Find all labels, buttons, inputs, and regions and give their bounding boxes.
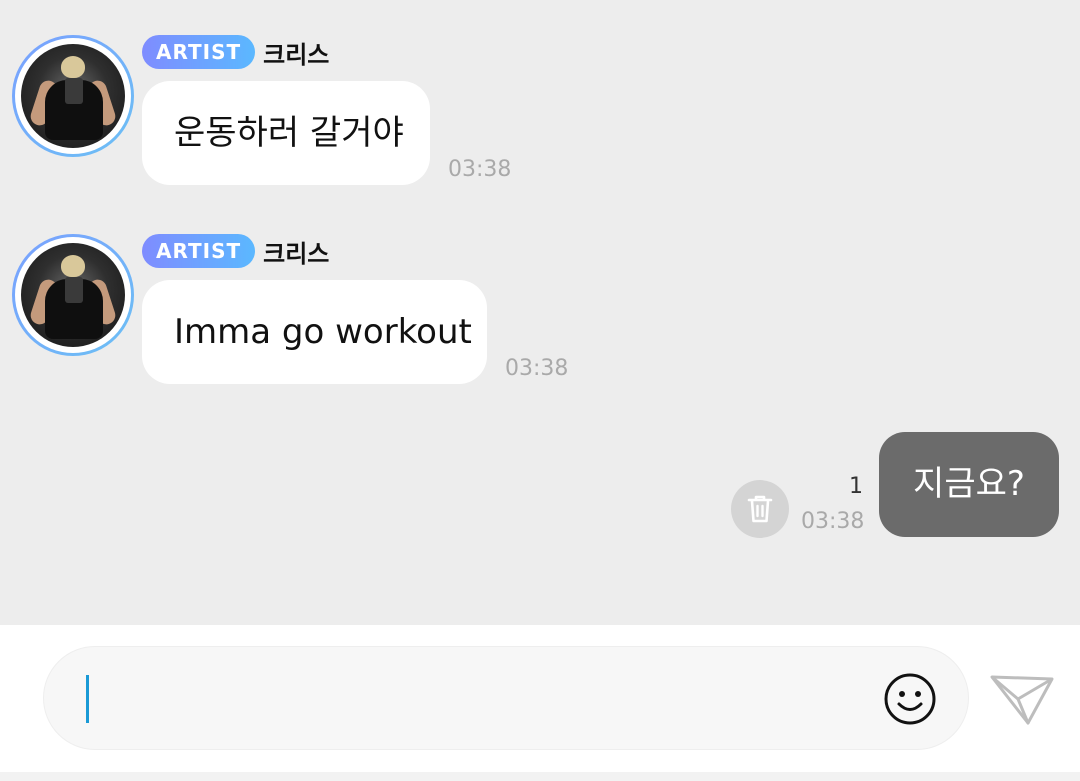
send-button[interactable] (988, 669, 1056, 725)
my-message-bubble[interactable]: 지금요? (879, 432, 1059, 537)
smiley-icon (884, 673, 936, 725)
sender-name: 크리스 (263, 239, 330, 268)
message-time: 03:38 (801, 509, 865, 534)
sender-row: ARTIST 크리스 (142, 234, 329, 268)
artist-avatar[interactable] (12, 234, 134, 356)
artist-badge: ARTIST (142, 35, 256, 69)
delete-message-button[interactable] (731, 480, 789, 538)
emoji-button[interactable] (882, 671, 938, 727)
avatar-photo (21, 44, 125, 148)
unread-count: 1 (849, 474, 863, 499)
artist-badge: ARTIST (142, 234, 256, 268)
sender-name: 크리스 (263, 40, 330, 69)
trash-icon (747, 495, 773, 523)
message-bubble[interactable]: Imma go workout (142, 280, 487, 384)
message-time: 03:38 (505, 356, 569, 381)
avatar-photo (21, 243, 125, 347)
message-bubble[interactable]: 운동하러 갈거야 (142, 81, 430, 185)
message-input-bar (0, 625, 1080, 772)
bottom-strip (0, 772, 1080, 781)
message-input[interactable] (43, 646, 969, 750)
sender-row: ARTIST 크리스 (142, 35, 329, 69)
message-time: 03:38 (448, 157, 512, 182)
paper-plane-icon (990, 675, 1054, 725)
artist-avatar[interactable] (12, 35, 134, 157)
incoming-message: ARTIST 크리스 Imma go workout 03:38 (0, 234, 1080, 424)
text-caret (86, 675, 89, 723)
incoming-message: ARTIST 크리스 운동하러 갈거야 03:38 (0, 35, 1080, 225)
chat-message-list[interactable]: ARTIST 크리스 운동하러 갈거야 03:38 ARTIST 크리스 Imm… (0, 0, 1080, 625)
